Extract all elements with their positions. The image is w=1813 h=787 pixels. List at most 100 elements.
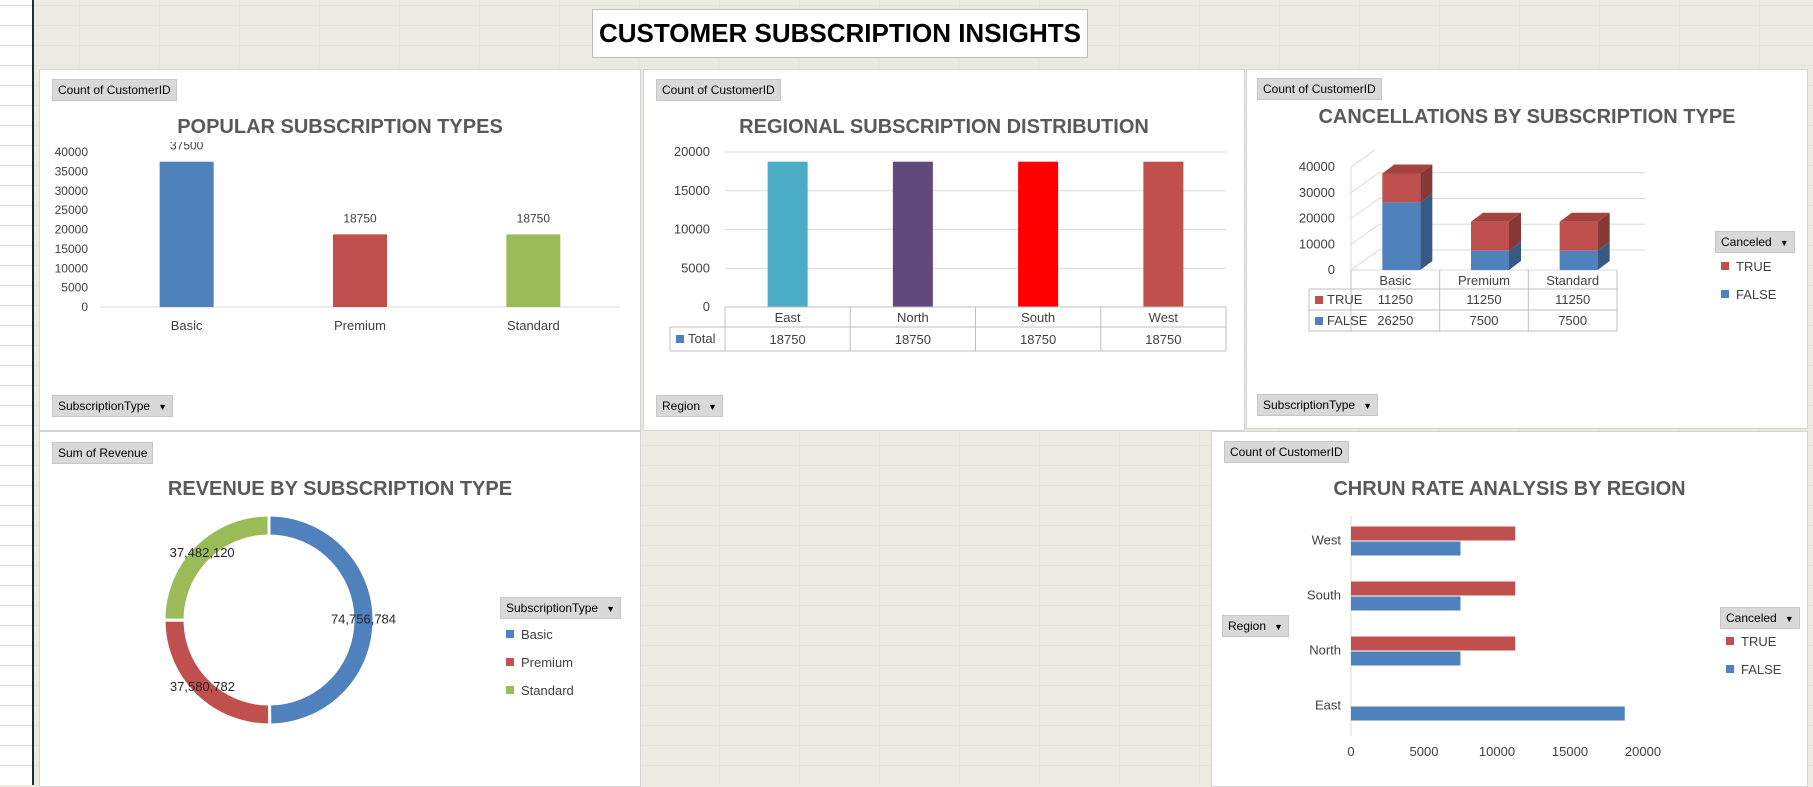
churn-by-region-chart[interactable]: Count of CustomerID CHRUN RATE ANALYSIS … xyxy=(1211,431,1808,787)
donut-slice xyxy=(162,618,272,727)
chevron-down-icon: ▼ xyxy=(1363,401,1372,411)
table-value: 11250 xyxy=(1555,292,1590,307)
axis-field-dropdown[interactable]: Region ▼ xyxy=(656,395,723,417)
axis-field-dropdown[interactable]: SubscriptionType ▼ xyxy=(52,395,173,417)
bar-front xyxy=(1471,221,1509,251)
legend-label: TRUE xyxy=(1736,258,1772,274)
data-label: 37,482,120 xyxy=(170,545,235,560)
bar xyxy=(1351,636,1516,651)
bar xyxy=(1351,526,1516,541)
bar xyxy=(1351,596,1461,611)
bar xyxy=(333,234,387,307)
x-tick-label: South xyxy=(1021,310,1055,325)
data-label: 37500 xyxy=(170,142,204,153)
y-tick-label: 40000 xyxy=(1299,159,1335,174)
y-tick-label: 5000 xyxy=(61,281,88,295)
axis-field-label: Region xyxy=(1228,619,1267,633)
x-tick-label: West xyxy=(1149,310,1179,325)
legend-field-label: Canceled xyxy=(1721,235,1772,249)
legend-key-label: TRUE xyxy=(1327,292,1363,307)
axis-field-dropdown[interactable]: Region ▼ xyxy=(1222,615,1289,637)
bar xyxy=(1351,651,1461,666)
churn-chart-plot: 0 5000 10000 15000 20000 East North South West xyxy=(1307,516,1661,759)
y-tick-label: 5000 xyxy=(681,260,710,275)
legend-swatch xyxy=(1721,262,1729,270)
cancellations-chart[interactable]: Count of CustomerID CANCELLATIONS BY SUB… xyxy=(1246,69,1808,429)
legend-key-swatch xyxy=(1315,296,1323,304)
legend-field-dropdown[interactable]: Canceled ▼ xyxy=(1720,607,1800,629)
legend-item: Standard xyxy=(506,680,574,700)
legend-field-dropdown[interactable]: Canceled ▼ xyxy=(1715,231,1795,253)
dashboard-title: CUSTOMER SUBSCRIPTION INSIGHTS xyxy=(592,9,1088,58)
x-tick-label: 15000 xyxy=(1552,744,1588,759)
popular-subscription-chart[interactable]: Count of CustomerID POPULAR SUBSCRIPTION… xyxy=(39,69,641,431)
x-tick-label: North xyxy=(897,310,929,325)
legend-swatch xyxy=(506,658,514,666)
legend-key-swatch xyxy=(1315,317,1323,325)
value-field-button[interactable]: Count of CustomerID xyxy=(1224,441,1349,463)
legend-item: Premium xyxy=(506,652,574,672)
legend-swatch xyxy=(1726,637,1734,645)
y-tick-label: 20000 xyxy=(674,144,710,159)
table-value: 18750 xyxy=(895,332,931,347)
bar xyxy=(1018,161,1059,307)
chart-title: CANCELLATIONS BY SUBSCRIPTION TYPE xyxy=(1318,106,1736,128)
bar-front xyxy=(1471,250,1509,270)
bar-front xyxy=(1559,250,1598,270)
y-tick-label: North xyxy=(1309,643,1341,658)
cancellations-chart-plot: 0 10000 20000 30000 40000 Basic 11250 26250 Prem… xyxy=(1299,150,1645,332)
value-field-button[interactable]: Sum of Revenue xyxy=(52,442,154,464)
chevron-down-icon: ▼ xyxy=(158,402,167,412)
regional-distribution-chart[interactable]: Count of CustomerID REGIONAL SUBSCRIPTIO… xyxy=(643,69,1245,431)
table-value: 18750 xyxy=(770,332,806,347)
chart-legend: Basic Premium Standard xyxy=(506,624,574,708)
x-tick-label: 10000 xyxy=(1479,744,1515,759)
y-tick-label: 25000 xyxy=(55,203,89,217)
table-value: 18750 xyxy=(1145,332,1181,347)
y-tick-label: 15000 xyxy=(674,183,710,198)
legend-label: FALSE xyxy=(1741,661,1782,677)
table-value: 18750 xyxy=(1020,332,1056,347)
gridline xyxy=(1350,172,1380,194)
revenue-donut-chart[interactable]: Sum of Revenue REVENUE BY SUBSCRIPTION T… xyxy=(39,431,641,787)
table-value: 7500 xyxy=(1470,313,1499,328)
popular-chart-plot: 0 5000 10000 15000 20000 25000 30000 35000 40000… xyxy=(55,142,620,333)
table-value: 26250 xyxy=(1377,313,1413,328)
chart-title: REGIONAL SUBSCRIPTION DISTRIBUTION xyxy=(739,116,1149,138)
bar xyxy=(1351,706,1625,721)
legend-label: FALSE xyxy=(1736,286,1777,302)
bar xyxy=(159,161,214,307)
x-tick-label: 5000 xyxy=(1410,744,1439,759)
y-tick-label: West xyxy=(1312,533,1342,548)
legend-field-dropdown[interactable]: SubscriptionType ▼ xyxy=(500,597,621,619)
y-tick-label: 35000 xyxy=(55,164,89,178)
gridline xyxy=(1350,150,1376,168)
y-tick-label: 10000 xyxy=(674,222,710,237)
chart-title: CHRUN RATE ANALYSIS BY REGION xyxy=(1333,478,1686,500)
legend-field-label: SubscriptionType xyxy=(506,601,599,615)
legend-swatch xyxy=(506,630,514,638)
y-tick-label: 20000 xyxy=(55,223,89,237)
bar xyxy=(1351,541,1461,556)
bar xyxy=(1143,161,1184,307)
legend-swatch xyxy=(506,686,514,694)
y-tick-label: 10000 xyxy=(1299,236,1335,251)
value-field-button[interactable]: Count of CustomerID xyxy=(52,79,177,101)
chart-legend: TRUE FALSE xyxy=(1721,256,1776,312)
x-tick-label: Basic xyxy=(1379,273,1411,288)
legend-label: TRUE xyxy=(1741,633,1777,649)
axis-field-dropdown[interactable]: SubscriptionType ▼ xyxy=(1257,394,1378,416)
value-field-button[interactable]: Count of CustomerID xyxy=(656,79,781,101)
axis-field-label: Region xyxy=(662,399,701,413)
chart-title: REVENUE BY SUBSCRIPTION TYPE xyxy=(167,478,513,500)
chevron-down-icon: ▼ xyxy=(708,402,717,412)
gridline xyxy=(1350,223,1380,245)
bar xyxy=(506,234,561,307)
bar xyxy=(1351,581,1516,596)
legend-key-label: Total xyxy=(688,331,716,346)
chevron-down-icon: ▼ xyxy=(1274,622,1283,632)
value-field-button[interactable]: Count of CustomerID xyxy=(1257,78,1382,100)
data-label: 74,756,784 xyxy=(331,612,396,627)
axis-field-label: SubscriptionType xyxy=(1263,398,1356,412)
data-label: 18750 xyxy=(517,211,551,225)
